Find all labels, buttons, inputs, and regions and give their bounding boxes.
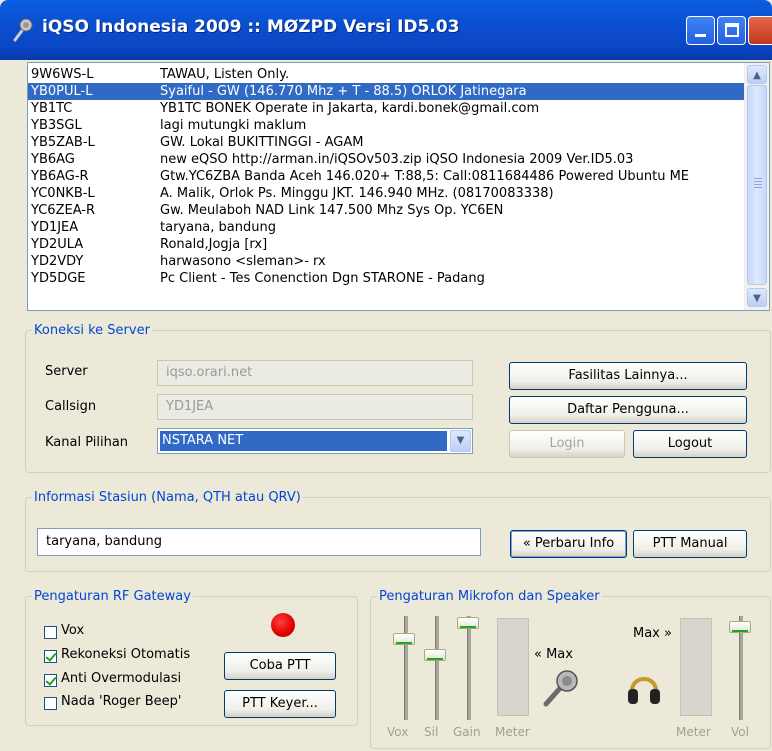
station-list[interactable]: 9W6WS-L TAWAU, Listen Only. YB0PUL-L Syaif… bbox=[27, 62, 770, 311]
sil-slider-track[interactable] bbox=[435, 616, 439, 720]
kanal-select[interactable]: NSTARA NET ▼ bbox=[157, 428, 473, 454]
station-info: Gtw.YC6ZBA Banda Aceh 146.020+ T:88,5: C… bbox=[160, 169, 689, 184]
anti-overmodulasi-label: Anti Overmodulasi bbox=[61, 671, 182, 686]
vox-checkbox[interactable] bbox=[44, 626, 57, 639]
audio-legend: Pengaturan Mikrofon dan Speaker bbox=[379, 589, 600, 604]
station-info: GW. Lokal BUKITTINGGI - AGAM bbox=[160, 135, 364, 150]
station-call: YC6ZEA-R bbox=[31, 203, 96, 218]
mic-max-label: « Max bbox=[534, 647, 573, 662]
station-info: Ronald,Jogja [rx] bbox=[160, 237, 268, 252]
ptt-keyer-button[interactable]: PTT Keyer... bbox=[224, 690, 336, 718]
list-item[interactable]: YC0NKB-L A. Malik, Orlok Ps. Minggu JKT. … bbox=[28, 185, 745, 202]
speaker-max-label: Max » bbox=[633, 626, 672, 641]
station-call: YB1TC bbox=[31, 101, 73, 116]
list-item[interactable]: YD2VDY harwasono <sleman>- rx bbox=[28, 253, 745, 270]
kanal-label: Kanal Pilihan bbox=[45, 435, 129, 450]
list-scrollbar[interactable]: ▲ ▼ bbox=[744, 63, 769, 310]
close-button[interactable] bbox=[748, 16, 772, 45]
sil-slider-thumb[interactable] bbox=[424, 649, 446, 661]
rekoneksi-label: Rekoneksi Otomatis bbox=[61, 647, 191, 662]
koneksi-legend: Koneksi ke Server bbox=[34, 323, 150, 338]
list-item[interactable]: YB3SGL lagi mutungki maklum bbox=[28, 117, 745, 134]
roger-beep-checkbox[interactable] bbox=[44, 697, 57, 710]
station-info: A. Malik, Orlok Ps. Minggu JKT. 146.940 … bbox=[160, 186, 554, 201]
list-item[interactable]: YD1JEA taryana, bandung bbox=[28, 219, 745, 236]
info-input[interactable]: taryana, bandung bbox=[37, 528, 481, 556]
roger-beep-label: Nada 'Roger Beep' bbox=[61, 694, 182, 709]
station-call: 9W6WS-L bbox=[31, 67, 94, 82]
station-call: YC0NKB-L bbox=[31, 186, 95, 201]
gain-slider-track[interactable] bbox=[467, 616, 471, 720]
login-button: Login bbox=[509, 430, 625, 458]
ptt-manual-button[interactable]: PTT Manual bbox=[633, 530, 747, 558]
info-legend: Informasi Stasiun (Nama, QTH atau QRV) bbox=[34, 490, 301, 505]
microphone-icon bbox=[543, 670, 578, 707]
station-info: Pc Client - Tes Conenction Dgn STARONE -… bbox=[160, 271, 485, 286]
station-call: YD2VDY bbox=[31, 254, 84, 269]
station-info: Syaiful - GW (146.770 Mhz + T - 88.5) OR… bbox=[160, 84, 527, 99]
title-bar: iQSO Indonesia 2009 :: MØZPD Versi ID5.0… bbox=[0, 0, 772, 60]
station-info: TAWAU, Listen Only. bbox=[160, 67, 290, 82]
kanal-selected-value: NSTARA NET bbox=[160, 431, 447, 451]
speaker-meter-caption: Meter bbox=[676, 725, 711, 739]
anti-overmodulasi-checkbox[interactable] bbox=[44, 674, 57, 687]
minimize-button[interactable] bbox=[686, 16, 715, 45]
station-call: YD1JEA bbox=[31, 220, 79, 235]
list-item[interactable]: YB6AG-R Gtw.YC6ZBA Banda Aceh 146.020+ T:… bbox=[28, 168, 745, 185]
station-info: harwasono <sleman>- rx bbox=[160, 254, 326, 269]
ptt-status-led-icon bbox=[271, 613, 295, 637]
station-call: YB3SGL bbox=[31, 118, 82, 133]
station-call: YB0PUL-L bbox=[31, 84, 93, 99]
coba-ptt-button[interactable]: Coba PTT bbox=[224, 652, 336, 680]
station-call: YB5ZAB-L bbox=[31, 135, 95, 150]
list-item[interactable]: YB1TC YB1TC BONEK Operate in Jakarta, kar… bbox=[28, 100, 745, 117]
server-label: Server bbox=[45, 364, 88, 379]
station-info: lagi mutungki maklum bbox=[160, 118, 307, 133]
rekoneksi-checkbox[interactable] bbox=[44, 650, 57, 663]
sil-caption: Sil bbox=[424, 725, 439, 739]
vox-label: Vox bbox=[61, 623, 85, 638]
list-item[interactable]: 9W6WS-L TAWAU, Listen Only. bbox=[28, 66, 745, 83]
vol-slider-thumb[interactable] bbox=[729, 621, 751, 633]
station-call: YB6AG bbox=[31, 152, 75, 167]
rf-legend: Pengaturan RF Gateway bbox=[34, 589, 191, 604]
list-item[interactable]: YD2ULA Ronald,Jogja [rx] bbox=[28, 236, 745, 253]
list-item[interactable]: YB6AG new eQSO http://arman.in/iQSOv503.z… bbox=[28, 151, 745, 168]
logout-button[interactable]: Logout bbox=[633, 430, 747, 458]
station-call: YD2ULA bbox=[31, 237, 84, 252]
fasilitas-button[interactable]: Fasilitas Lainnya... bbox=[509, 362, 747, 390]
station-call: YB6AG-R bbox=[31, 169, 89, 184]
scroll-thumb[interactable] bbox=[747, 85, 767, 285]
callsign-field: YD1JEA bbox=[157, 394, 473, 420]
station-info: Gw. Meulaboh NAD Link 147.500 Mhz Sys Op… bbox=[160, 203, 504, 218]
vox-slider-track[interactable] bbox=[404, 616, 408, 720]
vox-caption: Vox bbox=[387, 725, 409, 739]
station-info: YB1TC BONEK Operate in Jakarta, kardi.bo… bbox=[160, 101, 540, 116]
mic-level-meter bbox=[497, 618, 529, 716]
gain-slider-thumb[interactable] bbox=[457, 617, 479, 629]
list-item[interactable]: YB5ZAB-L GW. Lokal BUKITTINGGI - AGAM bbox=[28, 134, 745, 151]
chevron-down-icon[interactable]: ▼ bbox=[450, 430, 471, 452]
speaker-level-meter bbox=[680, 618, 712, 716]
list-item-selected[interactable]: YB0PUL-L Syaiful - GW (146.770 Mhz + T - … bbox=[28, 82, 746, 101]
station-info: new eQSO http://arman.in/iQSOv503.zip iQ… bbox=[160, 152, 634, 167]
vol-caption: Vol bbox=[731, 725, 749, 739]
list-item[interactable]: YD5DGE Pc Client - Tes Conenction Dgn STA… bbox=[28, 270, 745, 287]
mic-meter-caption: Meter bbox=[495, 725, 530, 739]
scroll-down-arrow-icon[interactable]: ▼ bbox=[747, 288, 767, 307]
vox-slider-thumb[interactable] bbox=[393, 633, 415, 645]
app-microphone-icon bbox=[13, 18, 33, 42]
station-call: YD5DGE bbox=[31, 271, 86, 286]
station-info: taryana, bandung bbox=[160, 220, 276, 235]
window-title: iQSO Indonesia 2009 :: MØZPD Versi ID5.0… bbox=[42, 17, 460, 37]
callsign-label: Callsign bbox=[45, 399, 97, 414]
gain-caption: Gain bbox=[453, 725, 481, 739]
maximize-button[interactable] bbox=[717, 16, 746, 45]
list-item[interactable]: YC6ZEA-R Gw. Meulaboh NAD Link 147.500 Mh… bbox=[28, 202, 745, 219]
headphones-icon bbox=[628, 677, 660, 704]
scroll-up-arrow-icon[interactable]: ▲ bbox=[747, 65, 767, 84]
server-field: iqso.orari.net bbox=[157, 360, 473, 386]
perbaru-info-button[interactable]: « Perbaru Info bbox=[510, 530, 627, 558]
daftar-pengguna-button[interactable]: Daftar Pengguna... bbox=[509, 396, 747, 424]
